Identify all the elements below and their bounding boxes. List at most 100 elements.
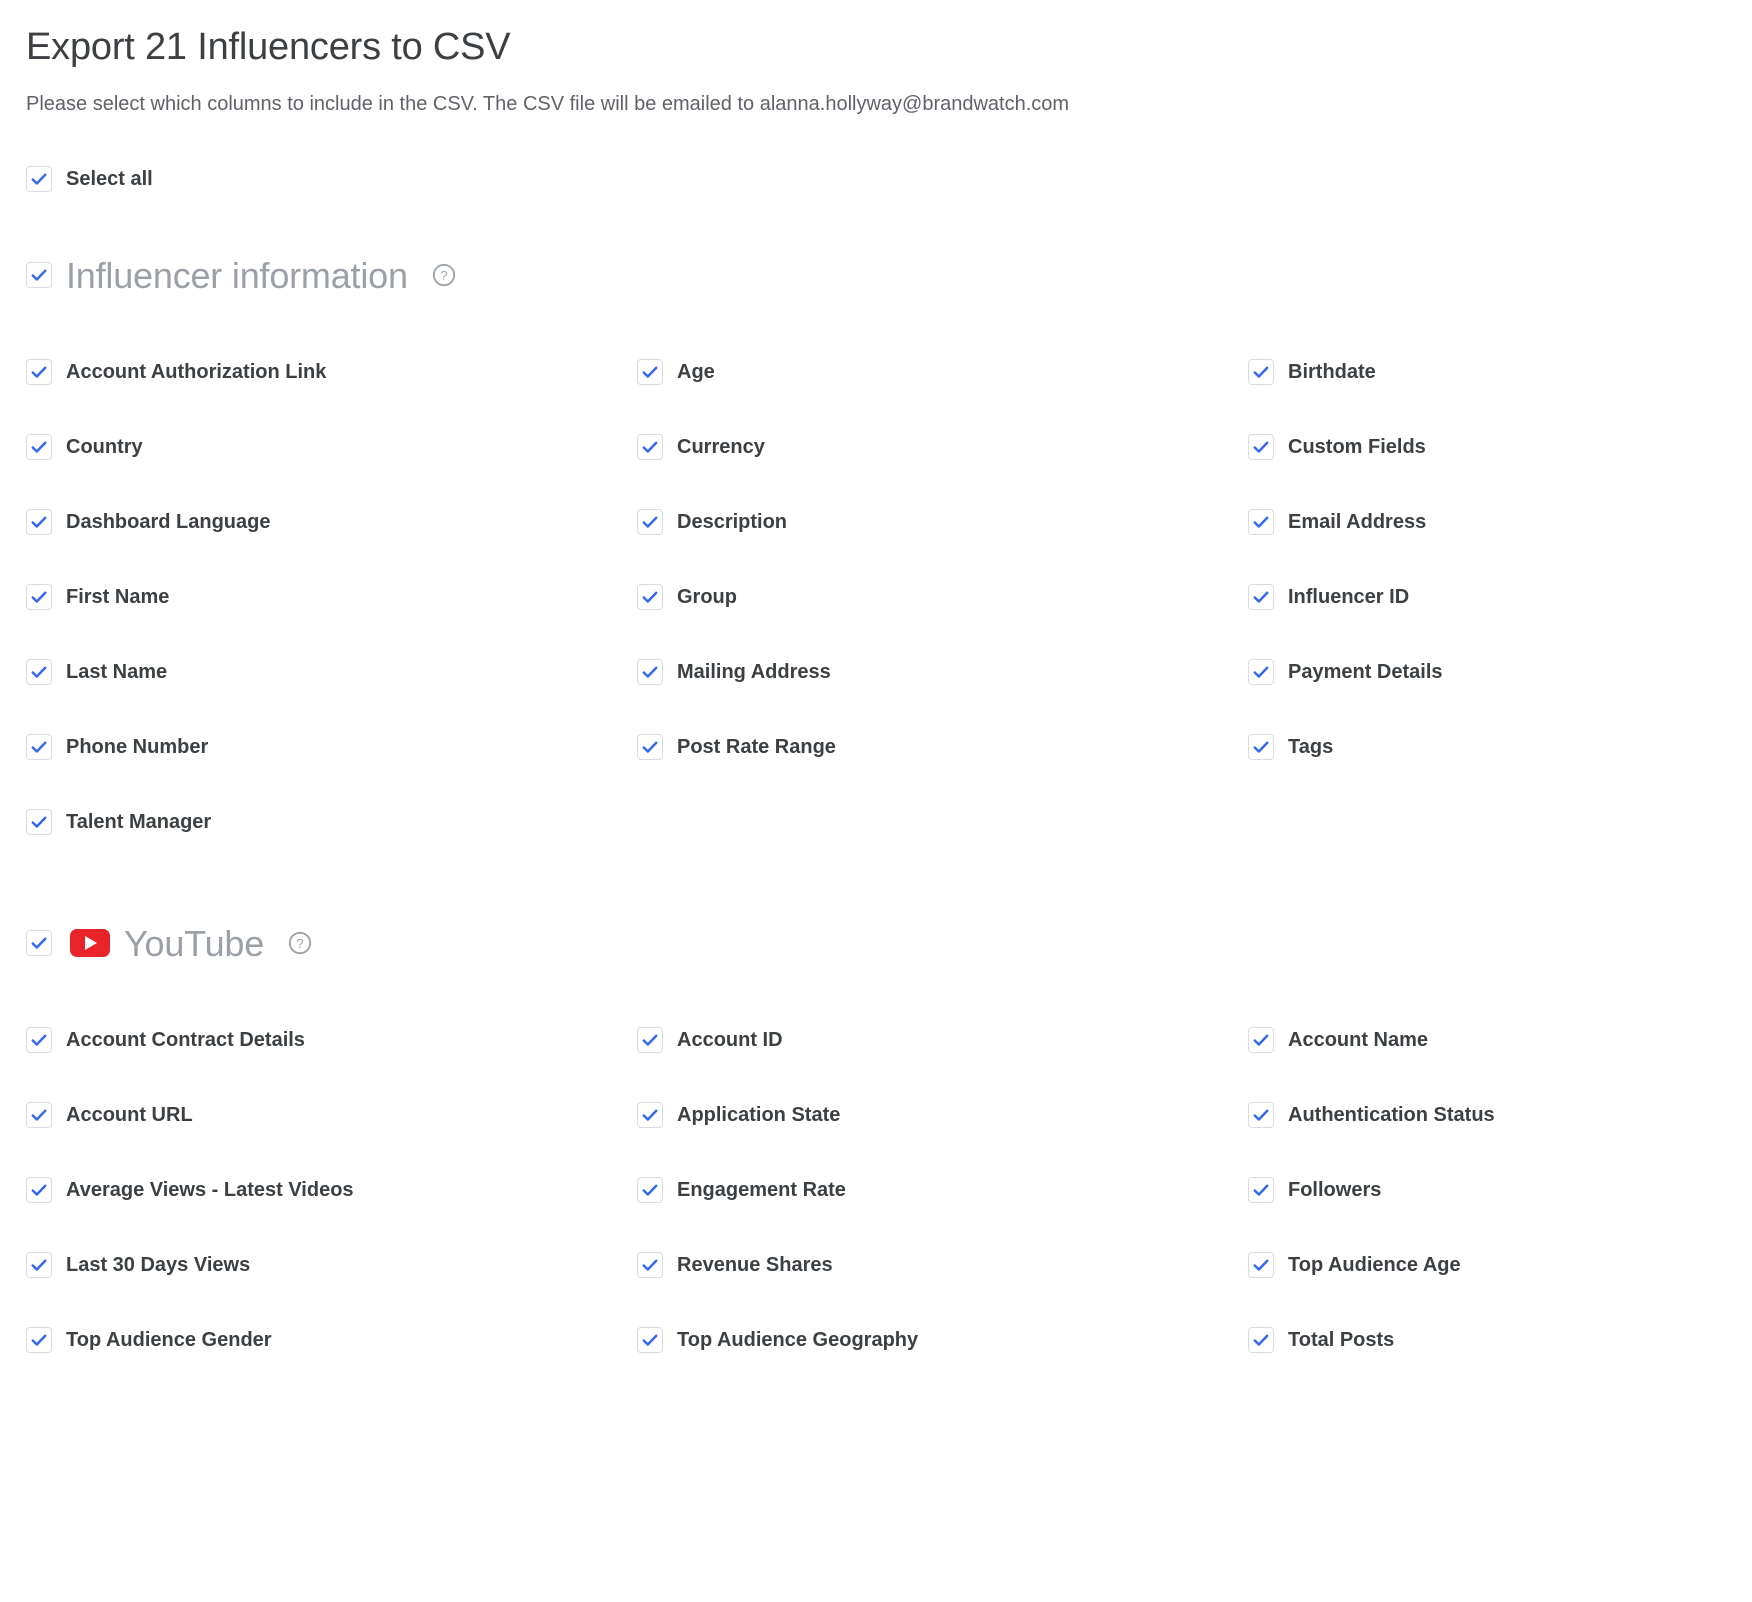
- column-label: Last 30 Days Views: [66, 1254, 251, 1277]
- column-checkbox[interactable]: [26, 509, 52, 536]
- column-option-row[interactable]: Age: [637, 359, 715, 386]
- column-option-row[interactable]: Payment Details: [1248, 659, 1443, 686]
- column-checkbox[interactable]: [637, 1327, 663, 1354]
- column-label: Authentication Status: [1288, 1104, 1495, 1127]
- list-item: Account Authorization Link: [26, 335, 637, 410]
- column-checkbox[interactable]: [26, 1102, 52, 1129]
- column-checkbox[interactable]: [1248, 584, 1274, 611]
- column-label: Engagement Rate: [677, 1179, 846, 1202]
- column-option-row[interactable]: Phone Number: [26, 734, 208, 761]
- column-grid-youtube: Account Contract Details Account ID Accoun…: [26, 1003, 1726, 1378]
- column-checkbox[interactable]: [1248, 1027, 1274, 1054]
- column-checkbox[interactable]: [1248, 1252, 1274, 1279]
- column-checkbox[interactable]: [637, 734, 663, 761]
- help-circle-icon[interactable]: ?: [432, 263, 456, 287]
- column-option-row[interactable]: Total Posts: [1248, 1327, 1394, 1354]
- column-option-row[interactable]: Birthdate: [1248, 359, 1376, 386]
- column-option-row[interactable]: Description: [637, 509, 787, 536]
- column-option-row[interactable]: Account URL: [26, 1102, 193, 1129]
- section-header-youtube[interactable]: YouTube?: [26, 922, 1726, 965]
- column-option-row[interactable]: Followers: [1248, 1177, 1381, 1204]
- column-option-row[interactable]: Custom Fields: [1248, 434, 1426, 461]
- column-checkbox[interactable]: [26, 734, 52, 761]
- column-label: Tags: [1288, 736, 1334, 759]
- column-checkbox[interactable]: [26, 584, 52, 611]
- column-option-row[interactable]: Last Name: [26, 659, 167, 686]
- select-all-checkbox[interactable]: [26, 165, 52, 192]
- column-checkbox[interactable]: [1248, 1327, 1274, 1354]
- column-option-row[interactable]: Account ID: [637, 1027, 783, 1054]
- column-checkbox[interactable]: [1248, 734, 1274, 761]
- column-checkbox[interactable]: [1248, 659, 1274, 686]
- column-option-row[interactable]: Account Name: [1248, 1027, 1428, 1054]
- column-option-row[interactable]: Revenue Shares: [637, 1252, 833, 1279]
- section-youtube: YouTube? Account Contract Details Account …: [26, 922, 1726, 1378]
- column-checkbox[interactable]: [637, 509, 663, 536]
- section-header-influencer-information[interactable]: Influencer information?: [26, 254, 1726, 297]
- column-option-row[interactable]: Top Audience Geography: [637, 1327, 919, 1354]
- column-checkbox[interactable]: [637, 659, 663, 686]
- youtube-logo-icon: [70, 929, 110, 958]
- list-item: Account URL: [26, 1078, 637, 1153]
- list-item: Top Audience Gender: [26, 1303, 637, 1378]
- list-item: Influencer ID: [1248, 560, 1726, 635]
- list-item: Followers: [1248, 1153, 1726, 1228]
- column-option-row[interactable]: Top Audience Age: [1248, 1252, 1461, 1279]
- column-checkbox[interactable]: [1248, 1102, 1274, 1129]
- column-checkbox[interactable]: [637, 434, 663, 461]
- list-item: Description: [637, 485, 1248, 560]
- column-checkbox[interactable]: [637, 1027, 663, 1054]
- column-option-row[interactable]: Average Views - Latest Videos: [26, 1177, 354, 1204]
- column-checkbox[interactable]: [26, 434, 52, 461]
- column-checkbox[interactable]: [1248, 509, 1274, 536]
- svg-text:?: ?: [296, 936, 303, 951]
- help-circle-icon[interactable]: ?: [288, 931, 312, 955]
- column-checkbox[interactable]: [26, 1327, 52, 1354]
- column-option-row[interactable]: Top Audience Gender: [26, 1327, 272, 1354]
- column-label: Mailing Address: [677, 661, 831, 684]
- column-checkbox[interactable]: [26, 359, 52, 386]
- list-item: Top Audience Age: [1248, 1228, 1726, 1303]
- column-label: Top Audience Geography: [677, 1329, 919, 1352]
- section-checkbox-influencer-information[interactable]: [26, 262, 52, 289]
- list-item: Email Address: [1248, 485, 1726, 560]
- column-option-row[interactable]: Dashboard Language: [26, 509, 271, 536]
- column-option-row[interactable]: Application State: [637, 1102, 840, 1129]
- column-label: Birthdate: [1288, 361, 1376, 384]
- column-checkbox[interactable]: [1248, 434, 1274, 461]
- column-option-row[interactable]: Influencer ID: [1248, 584, 1409, 611]
- column-option-row[interactable]: Tags: [1248, 734, 1334, 761]
- column-checkbox[interactable]: [637, 359, 663, 386]
- column-option-row[interactable]: Post Rate Range: [637, 734, 836, 761]
- column-checkbox[interactable]: [26, 1177, 52, 1204]
- select-all-row[interactable]: Select all: [26, 165, 1726, 192]
- list-item: Last Name: [26, 635, 637, 710]
- column-option-row[interactable]: First Name: [26, 584, 169, 611]
- column-option-row[interactable]: Talent Manager: [26, 809, 211, 836]
- list-item: Custom Fields: [1248, 410, 1726, 485]
- column-option-row[interactable]: Group: [637, 584, 737, 611]
- column-option-row[interactable]: Mailing Address: [637, 659, 831, 686]
- column-checkbox[interactable]: [1248, 359, 1274, 386]
- column-checkbox[interactable]: [26, 659, 52, 686]
- column-option-row[interactable]: Currency: [637, 434, 765, 461]
- column-option-row[interactable]: Account Authorization Link: [26, 359, 326, 386]
- column-option-row[interactable]: Country: [26, 434, 143, 461]
- column-checkbox[interactable]: [637, 584, 663, 611]
- column-option-row[interactable]: Last 30 Days Views: [26, 1252, 251, 1279]
- column-option-row[interactable]: Engagement Rate: [637, 1177, 846, 1204]
- column-checkbox[interactable]: [1248, 1177, 1274, 1204]
- column-checkbox[interactable]: [26, 1252, 52, 1279]
- column-option-row[interactable]: Email Address: [1248, 509, 1426, 536]
- list-item: Revenue Shares: [637, 1228, 1248, 1303]
- column-checkbox[interactable]: [637, 1102, 663, 1129]
- column-checkbox[interactable]: [637, 1252, 663, 1279]
- column-checkbox[interactable]: [26, 809, 52, 836]
- column-label: Account URL: [66, 1104, 193, 1127]
- section-checkbox-youtube[interactable]: [26, 930, 52, 957]
- column-checkbox[interactable]: [26, 1027, 52, 1054]
- column-checkbox[interactable]: [637, 1177, 663, 1204]
- column-option-row[interactable]: Account Contract Details: [26, 1027, 305, 1054]
- column-option-row[interactable]: Authentication Status: [1248, 1102, 1495, 1129]
- column-label: Dashboard Language: [66, 511, 271, 534]
